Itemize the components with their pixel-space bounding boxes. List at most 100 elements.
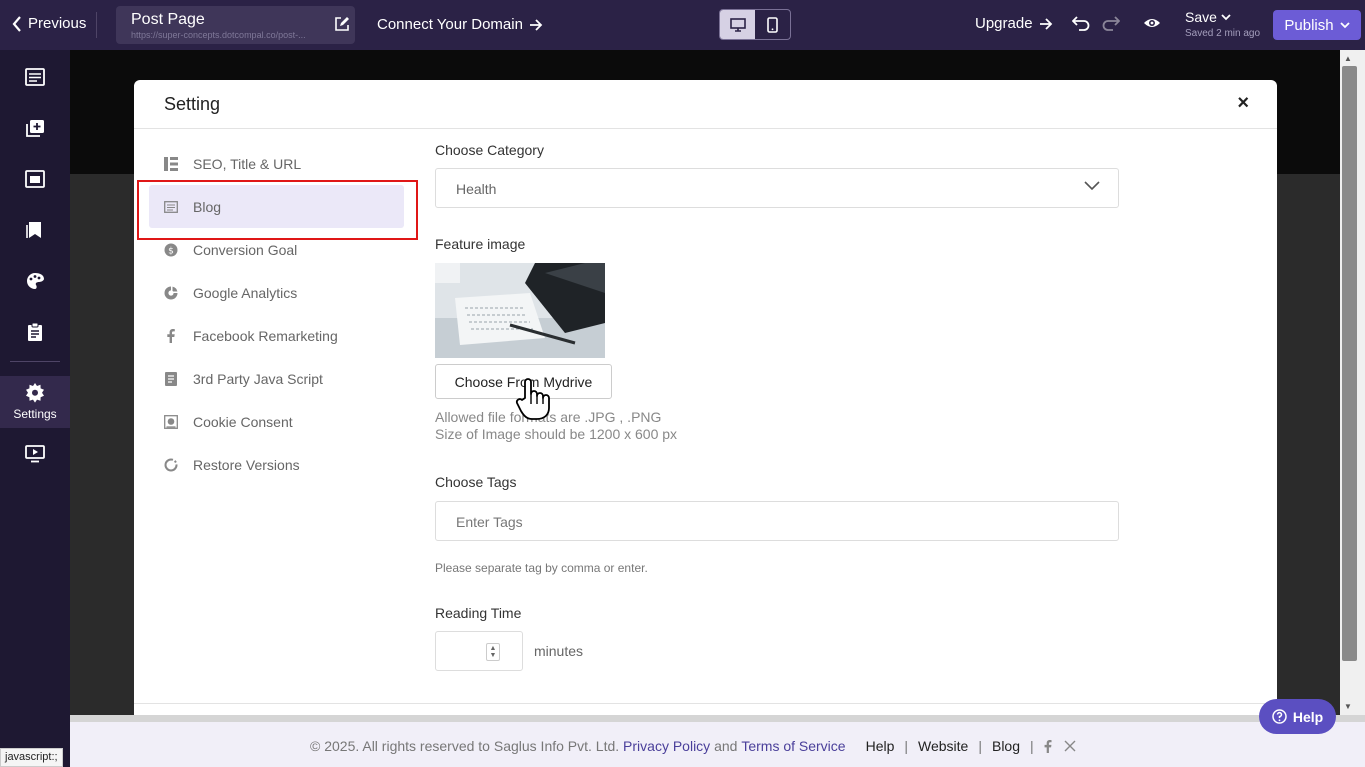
page-title: Post Page [131, 11, 205, 28]
reading-time-row: ▲ ▼ minutes [435, 631, 1119, 671]
previous-label: Previous [28, 15, 87, 32]
chevron-down-icon [1339, 21, 1350, 28]
feature-image-label: Feature image [435, 236, 526, 252]
top-bar: Previous Post Page https://super-concept… [0, 0, 1365, 50]
rail-preview-button[interactable] [0, 429, 70, 479]
menu-item-label: Conversion Goal [193, 241, 298, 258]
menu-item-label: Blog [193, 198, 222, 215]
publish-label: Publish [1284, 16, 1334, 34]
rail-divider [10, 361, 60, 362]
reading-time-unit: minutes [534, 643, 584, 659]
menu-item-blog[interactable]: Blog [149, 185, 404, 228]
gear-icon [26, 383, 44, 403]
menu-item-seo[interactable]: SEO, Title & URL [149, 142, 404, 185]
settings-menu: SEO, Title & URL Blog $ Conversion Goal … [149, 142, 404, 486]
number-stepper-icon[interactable]: ▲ ▼ [486, 643, 500, 661]
monitor-play-icon [25, 445, 45, 463]
terms-link[interactable]: Terms of Service [741, 738, 845, 754]
save-button[interactable]: Save Saved 2 min ago [1185, 9, 1260, 39]
footer-website-link[interactable]: Website [918, 738, 968, 754]
footer-help-link[interactable]: Help [866, 738, 895, 754]
rail-saved-blocks-button[interactable] [0, 205, 70, 255]
mobile-view-button[interactable] [755, 10, 790, 39]
chevron-down-icon [1084, 181, 1100, 191]
feature-image-picture [435, 263, 605, 358]
menu-item-restore-versions[interactable]: Restore Versions [149, 443, 404, 486]
rail-pages-button[interactable] [0, 52, 70, 102]
canvas-scrollbar[interactable]: ▲ ▼ [1340, 50, 1365, 715]
preview-eye-icon[interactable] [1143, 15, 1161, 31]
arrow-right-icon [529, 18, 543, 31]
previous-button[interactable]: Previous [12, 15, 86, 32]
svg-text:$: $ [168, 246, 174, 256]
footer-blog-link[interactable]: Blog [992, 738, 1020, 754]
menu-item-label: Facebook Remarketing [193, 327, 338, 344]
script-icon [164, 371, 178, 386]
edit-icon[interactable] [334, 16, 350, 32]
menu-item-conversion-goal[interactable]: $ Conversion Goal [149, 228, 404, 271]
undo-icon[interactable] [1072, 15, 1090, 31]
reading-time-label: Reading Time [435, 605, 522, 621]
menu-item-google-analytics[interactable]: Google Analytics [149, 271, 404, 314]
sections-icon [25, 170, 45, 188]
category-label: Choose Category [435, 142, 544, 158]
rail-theme-button[interactable] [0, 256, 70, 306]
rail-add-element-button[interactable] [0, 103, 70, 153]
privacy-policy-link[interactable]: Privacy Policy [623, 738, 710, 754]
reading-time-input[interactable]: ▲ ▼ [435, 631, 523, 671]
left-rail: Settings [0, 50, 70, 767]
scroll-thumb[interactable] [1342, 66, 1357, 661]
publish-button[interactable]: Publish [1273, 10, 1361, 40]
desktop-view-button[interactable] [720, 10, 755, 39]
modal-header: Setting × [134, 80, 1277, 129]
category-select[interactable]: Health [435, 168, 1119, 208]
menu-item-label: 3rd Party Java Script [193, 370, 323, 387]
clipboard-icon [28, 322, 42, 341]
choose-from-mydrive-button[interactable]: Choose From Mydrive [435, 364, 612, 399]
page-name-box[interactable]: Post Page https://super-concepts.dotcomp… [116, 6, 355, 44]
palette-icon [27, 273, 44, 289]
feature-image-preview [435, 263, 605, 358]
hint-formats: Allowed file formats are .JPG , .PNG [435, 409, 662, 425]
menu-item-label: Restore Versions [193, 456, 300, 473]
scroll-down-icon[interactable]: ▼ [1344, 702, 1352, 711]
blog-settings-form: Choose Category Health Feature image Cho… [435, 142, 1119, 671]
menu-item-third-party-script[interactable]: 3rd Party Java Script [149, 357, 404, 400]
close-icon[interactable]: × [1237, 92, 1249, 115]
rail-sections-button[interactable] [0, 154, 70, 204]
cookie-icon [164, 414, 178, 429]
help-button[interactable]: Help [1259, 699, 1336, 734]
footer-separator: | [904, 738, 909, 754]
saved-status: Saved 2 min ago [1185, 28, 1261, 39]
redo-icon[interactable] [1102, 15, 1120, 31]
settings-label: Settings [13, 407, 57, 421]
blog-icon [164, 200, 178, 214]
rail-settings-button[interactable]: Settings [0, 376, 70, 428]
x-twitter-icon[interactable] [1064, 740, 1076, 752]
connect-domain-link[interactable]: Connect Your Domain [377, 16, 543, 33]
tags-input[interactable]: Enter Tags [435, 501, 1119, 541]
menu-item-cookie-consent[interactable]: Cookie Consent [149, 400, 404, 443]
modal-title: Setting [164, 94, 221, 114]
modal-footer-divider [134, 703, 1277, 704]
mobile-icon [767, 16, 778, 33]
question-icon [1272, 709, 1287, 724]
desktop-icon [729, 17, 746, 32]
dollar-icon: $ [164, 243, 178, 257]
footer-line: © 2025. All rights reserved to Saglus In… [310, 738, 1076, 754]
status-bar-url: javascript:; [0, 748, 63, 767]
upgrade-label: Upgrade [975, 15, 1033, 32]
category-value: Health [456, 181, 497, 197]
scroll-up-icon[interactable]: ▲ [1344, 54, 1352, 63]
tags-placeholder: Enter Tags [456, 514, 523, 530]
menu-item-facebook-remarketing[interactable]: Facebook Remarketing [149, 314, 404, 357]
seo-icon [164, 156, 178, 171]
rail-forms-button[interactable] [0, 307, 70, 357]
chevron-down-icon [1221, 13, 1231, 20]
file-format-hint: Allowed file formats are .JPG , .PNG Siz… [435, 409, 1119, 443]
hint-size: Size of Image should be 1200 x 600 px [435, 426, 678, 442]
upgrade-link[interactable]: Upgrade [975, 15, 1053, 32]
menu-item-label: SEO, Title & URL [193, 155, 302, 172]
arrow-right-icon [1039, 17, 1052, 30]
facebook-icon[interactable] [1044, 739, 1052, 753]
